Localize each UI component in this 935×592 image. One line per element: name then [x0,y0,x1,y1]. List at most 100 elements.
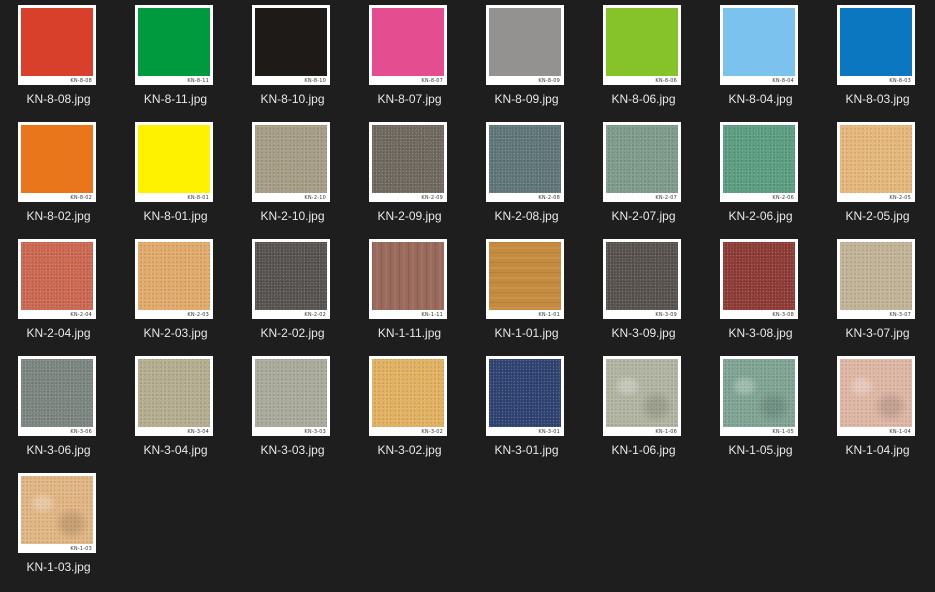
file-name-label[interactable]: KN-3-01.jpg [468,443,585,457]
file-item[interactable]: KN-3-08 KN-3-08.jpg [702,234,819,348]
file-item[interactable]: KN-8-08 KN-8-08.jpg [0,0,117,114]
file-item[interactable]: KN-3-07 KN-3-07.jpg [819,234,935,348]
file-thumbnail[interactable]: KN-8-06 [603,5,681,85]
file-thumbnail[interactable]: KN-2-07 [603,122,681,202]
file-name-label[interactable]: KN-8-07.jpg [351,92,468,106]
file-thumbnail[interactable]: KN-2-04 [18,239,96,319]
file-name-label[interactable]: KN-2-03.jpg [117,326,234,340]
file-thumbnail[interactable]: KN-1-01 [486,239,564,319]
file-item[interactable]: KN-8-02 KN-8-02.jpg [0,117,117,231]
file-item[interactable]: KN-2-05 KN-2-05.jpg [819,117,935,231]
file-thumbnail[interactable]: KN-2-06 [720,122,798,202]
file-thumbnail[interactable]: KN-8-04 [720,5,798,85]
file-name-label[interactable]: KN-8-04.jpg [702,92,819,106]
file-item[interactable]: KN-2-07 KN-2-07.jpg [585,117,702,231]
file-item[interactable]: KN-2-09 KN-2-09.jpg [351,117,468,231]
file-thumbnail[interactable]: KN-8-03 [837,5,915,85]
file-item[interactable]: KN-1-03 KN-1-03.jpg [0,468,117,582]
file-name-label[interactable]: KN-3-04.jpg [117,443,234,457]
file-thumbnail[interactable]: KN-2-03 [135,239,213,319]
file-name-label[interactable]: KN-1-11.jpg [351,326,468,340]
file-thumbnail[interactable]: KN-2-05 [837,122,915,202]
file-name-label[interactable]: KN-2-04.jpg [0,326,117,340]
file-thumbnail[interactable]: KN-1-06 [603,356,681,436]
file-name-label[interactable]: KN-3-07.jpg [819,326,935,340]
file-name-label[interactable]: KN-1-04.jpg [819,443,935,457]
file-name-label[interactable]: KN-8-09.jpg [468,92,585,106]
file-item[interactable]: KN-8-11 KN-8-11.jpg [117,0,234,114]
file-thumbnail[interactable]: KN-3-09 [603,239,681,319]
file-item[interactable]: KN-8-07 KN-8-07.jpg [351,0,468,114]
file-name-label[interactable]: KN-3-03.jpg [234,443,351,457]
file-item[interactable]: KN-1-05 KN-1-05.jpg [702,351,819,465]
file-thumbnail[interactable]: KN-8-09 [486,5,564,85]
file-item[interactable]: KN-8-04 KN-8-04.jpg [702,0,819,114]
file-item[interactable]: KN-1-06 KN-1-06.jpg [585,351,702,465]
file-thumbnail[interactable]: KN-8-01 [135,122,213,202]
file-name-label[interactable]: KN-8-03.jpg [819,92,935,106]
file-name-label[interactable]: KN-2-08.jpg [468,209,585,223]
file-name-label[interactable]: KN-1-05.jpg [702,443,819,457]
file-name-label[interactable]: KN-8-06.jpg [585,92,702,106]
file-item[interactable]: KN-3-04 KN-3-04.jpg [117,351,234,465]
file-thumbnail[interactable]: KN-8-10 [252,5,330,85]
file-thumbnail[interactable]: KN-3-01 [486,356,564,436]
file-name-label[interactable]: KN-1-03.jpg [0,560,117,574]
file-item[interactable]: KN-3-01 KN-3-01.jpg [468,351,585,465]
file-item[interactable]: KN-2-03 KN-2-03.jpg [117,234,234,348]
file-item[interactable]: KN-2-02 KN-2-02.jpg [234,234,351,348]
file-name-label[interactable]: KN-2-06.jpg [702,209,819,223]
file-thumbnail[interactable]: KN-1-03 [18,473,96,553]
file-name-label[interactable]: KN-2-09.jpg [351,209,468,223]
file-item[interactable]: KN-3-06 KN-3-06.jpg [0,351,117,465]
file-thumbnail[interactable]: KN-3-06 [18,356,96,436]
file-thumbnail[interactable]: KN-3-02 [369,356,447,436]
file-item[interactable]: KN-8-09 KN-8-09.jpg [468,0,585,114]
file-thumbnail[interactable]: KN-3-08 [720,239,798,319]
file-name-label[interactable]: KN-8-02.jpg [0,209,117,223]
file-item[interactable]: KN-2-08 KN-2-08.jpg [468,117,585,231]
file-item[interactable]: KN-2-04 KN-2-04.jpg [0,234,117,348]
file-item[interactable]: KN-2-06 KN-2-06.jpg [702,117,819,231]
file-name-label[interactable]: KN-2-07.jpg [585,209,702,223]
file-thumbnail[interactable]: KN-2-10 [252,122,330,202]
file-item[interactable]: KN-2-10 KN-2-10.jpg [234,117,351,231]
file-item[interactable]: KN-3-03 KN-3-03.jpg [234,351,351,465]
file-name-label[interactable]: KN-1-01.jpg [468,326,585,340]
file-item[interactable]: KN-1-04 KN-1-04.jpg [819,351,935,465]
file-name-label[interactable]: KN-8-01.jpg [117,209,234,223]
file-item[interactable]: KN-8-10 KN-8-10.jpg [234,0,351,114]
file-name-label[interactable]: KN-2-02.jpg [234,326,351,340]
file-thumbnail[interactable]: KN-8-02 [18,122,96,202]
file-thumbnail[interactable]: KN-8-08 [18,5,96,85]
file-thumbnail[interactable]: KN-3-07 [837,239,915,319]
file-item[interactable]: KN-8-06 KN-8-06.jpg [585,0,702,114]
file-thumbnail[interactable]: KN-2-02 [252,239,330,319]
file-item[interactable]: KN-3-02 KN-3-02.jpg [351,351,468,465]
file-name-label[interactable]: KN-3-02.jpg [351,443,468,457]
file-item[interactable]: KN-1-11 KN-1-11.jpg [351,234,468,348]
file-thumbnail[interactable]: KN-2-09 [369,122,447,202]
file-name-label[interactable]: KN-8-10.jpg [234,92,351,106]
file-item[interactable]: KN-3-09 KN-3-09.jpg [585,234,702,348]
file-thumbnail[interactable]: KN-8-11 [135,5,213,85]
file-name-label[interactable]: KN-1-06.jpg [585,443,702,457]
file-thumbnail[interactable]: KN-1-11 [369,239,447,319]
file-thumbnail[interactable]: KN-8-07 [369,5,447,85]
color-swatch [840,8,912,76]
file-name-label[interactable]: KN-8-11.jpg [117,92,234,106]
file-thumbnail[interactable]: KN-2-08 [486,122,564,202]
file-item[interactable]: KN-8-03 KN-8-03.jpg [819,0,935,114]
file-name-label[interactable]: KN-3-09.jpg [585,326,702,340]
file-item[interactable]: KN-1-01 KN-1-01.jpg [468,234,585,348]
file-thumbnail[interactable]: KN-3-03 [252,356,330,436]
file-name-label[interactable]: KN-3-06.jpg [0,443,117,457]
file-thumbnail[interactable]: KN-1-05 [720,356,798,436]
file-name-label[interactable]: KN-2-05.jpg [819,209,935,223]
file-thumbnail[interactable]: KN-1-04 [837,356,915,436]
file-thumbnail[interactable]: KN-3-04 [135,356,213,436]
file-item[interactable]: KN-8-01 KN-8-01.jpg [117,117,234,231]
file-name-label[interactable]: KN-2-10.jpg [234,209,351,223]
file-name-label[interactable]: KN-8-08.jpg [0,92,117,106]
file-name-label[interactable]: KN-3-08.jpg [702,326,819,340]
